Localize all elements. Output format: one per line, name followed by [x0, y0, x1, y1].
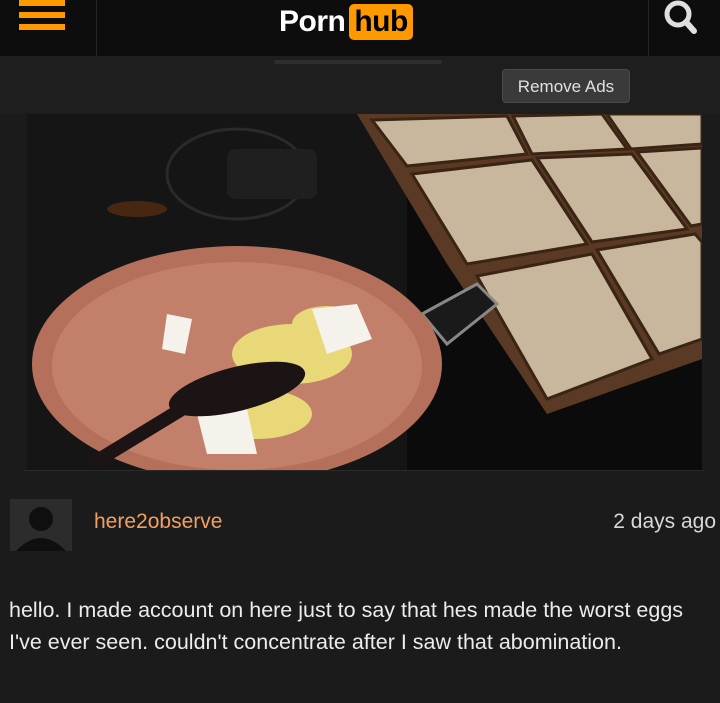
site-logo[interactable]: Porn hub — [279, 0, 413, 44]
default-avatar-icon[interactable] — [10, 499, 72, 551]
video-player[interactable] — [27, 114, 702, 470]
logo-text-primary: Porn — [279, 5, 346, 38]
top-navigation-bar: Porn hub — [0, 0, 720, 56]
scroll-indicator — [274, 60, 442, 64]
search-icon — [664, 0, 697, 34]
hamburger-menu-icon — [19, 0, 65, 34]
remove-ads-button[interactable]: Remove Ads — [502, 69, 630, 103]
menu-button[interactable] — [0, 0, 97, 56]
comment-username[interactable]: here2observe — [94, 510, 222, 534]
ad-bar: Remove Ads — [0, 56, 720, 114]
comment: here2observe 2 days ago hello. I made ac… — [0, 470, 720, 703]
video-frame-image — [27, 114, 702, 470]
logo-text-accent: hub — [349, 4, 413, 40]
comment-divider — [24, 470, 704, 471]
comment-timestamp: 2 days ago — [613, 510, 716, 533]
search-button[interactable] — [648, 0, 720, 56]
comment-body: hello. I made account on here just to sa… — [9, 598, 684, 654]
